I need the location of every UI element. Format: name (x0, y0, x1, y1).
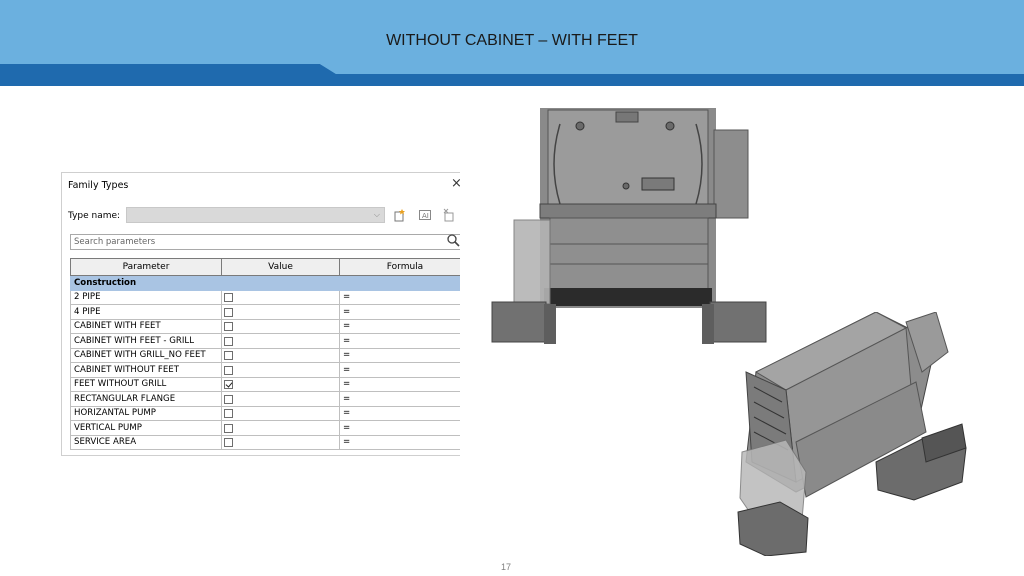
search-icon[interactable] (446, 233, 460, 247)
parameter-value (221, 377, 340, 392)
group-row-construction[interactable]: Construction (70, 275, 460, 291)
table-row[interactable]: CABINET WITHOUT FEET = (70, 362, 460, 378)
parameter-value (221, 391, 340, 407)
table-row[interactable]: CABINET WITH FEET = (70, 319, 460, 334)
svg-text:AI: AI (422, 212, 429, 220)
value-checkbox[interactable] (224, 307, 233, 317)
parameter-value (221, 420, 340, 436)
slide-header: WITHOUT CABINET – WITH FEET (0, 0, 1024, 86)
parameter-value (221, 304, 340, 320)
family-types-dialog: Family Types × Type name: ⌵ AI Search pa… (61, 172, 460, 456)
parameter-formula[interactable]: = (339, 319, 460, 334)
value-checkbox[interactable] (224, 365, 233, 375)
parameters-table: Parameter Value Formula Construction 2 P… (70, 258, 460, 450)
parameter-name: FEET WITHOUT GRILL (70, 377, 222, 392)
type-name-select[interactable]: ⌵ (126, 207, 385, 223)
parameter-formula[interactable]: = (339, 420, 460, 436)
value-checkbox[interactable] (224, 380, 233, 390)
parameter-formula[interactable]: = (339, 304, 460, 320)
parameter-value (221, 435, 340, 450)
column-header-formula[interactable]: Formula (339, 258, 460, 276)
slide-title: WITHOUT CABINET – WITH FEET (386, 32, 638, 49)
parameter-formula[interactable]: = (339, 406, 460, 421)
header-stripe (0, 64, 1024, 86)
search-parameters-input[interactable]: Search parameters (70, 234, 460, 250)
parameter-name: SERVICE AREA (70, 435, 222, 450)
type-name-label: Type name: (68, 211, 121, 221)
parameter-name: HORIZANTAL PUMP (70, 406, 222, 421)
dialog-title: Family Types (68, 180, 129, 191)
parameter-formula[interactable]: = (339, 290, 460, 305)
group-label: Construction (70, 275, 460, 291)
parameter-name: CABINET WITH FEET (70, 319, 222, 334)
search-placeholder: Search parameters (74, 237, 156, 247)
parameter-name: 2 PIPE (70, 290, 222, 305)
value-checkbox[interactable] (224, 438, 233, 448)
rename-type-icon[interactable]: AI (418, 208, 432, 222)
parameter-name: VERTICAL PUMP (70, 420, 222, 436)
parameter-formula[interactable]: = (339, 377, 460, 392)
parameter-formula[interactable]: = (339, 391, 460, 407)
value-checkbox[interactable] (224, 293, 233, 303)
parameter-name: CABINET WITH FEET - GRILL (70, 333, 222, 349)
delete-type-icon[interactable] (442, 208, 456, 222)
close-icon[interactable]: × (451, 177, 460, 191)
value-checkbox[interactable] (224, 409, 233, 419)
parameter-value (221, 333, 340, 349)
unit-isometric-view (737, 312, 967, 556)
parameter-value (221, 362, 340, 378)
table-row[interactable]: CABINET WITH GRILL_NO FEET = (70, 348, 460, 363)
parameter-name: CABINET WITHOUT FEET (70, 362, 222, 378)
table-row[interactable]: RECTANGULAR FLANGE = (70, 391, 460, 407)
table-row[interactable]: SERVICE AREA = (70, 435, 460, 450)
parameter-name: 4 PIPE (70, 304, 222, 320)
column-header-value[interactable]: Value (221, 258, 340, 276)
page-number: 17 (500, 562, 511, 572)
value-checkbox[interactable] (224, 336, 233, 346)
parameter-formula[interactable]: = (339, 362, 460, 378)
table-row[interactable]: FEET WITHOUT GRILL = (70, 377, 460, 392)
parameter-name: CABINET WITH GRILL_NO FEET (70, 348, 222, 363)
parameter-name: RECTANGULAR FLANGE (70, 391, 222, 407)
column-header-parameter[interactable]: Parameter (70, 258, 222, 276)
parameter-formula[interactable]: = (339, 348, 460, 363)
new-type-icon[interactable] (393, 208, 407, 222)
value-checkbox[interactable] (224, 351, 233, 361)
parameter-value (221, 406, 340, 421)
value-checkbox[interactable] (224, 423, 233, 433)
value-checkbox[interactable] (224, 394, 233, 404)
parameter-value (221, 290, 340, 305)
parameter-formula[interactable]: = (339, 435, 460, 450)
table-row[interactable]: VERTICAL PUMP = (70, 420, 460, 436)
table-row[interactable]: HORIZANTAL PUMP = (70, 406, 460, 421)
value-checkbox[interactable] (224, 322, 233, 332)
unit-front-view (491, 108, 767, 344)
chevron-down-icon: ⌵ (373, 210, 380, 219)
parameter-value (221, 348, 340, 363)
parameter-formula[interactable]: = (339, 333, 460, 349)
table-row[interactable]: 2 PIPE = (70, 290, 460, 305)
table-row[interactable]: CABINET WITH FEET - GRILL = (70, 333, 460, 349)
parameter-value (221, 319, 340, 334)
table-row[interactable]: 4 PIPE = (70, 304, 460, 320)
